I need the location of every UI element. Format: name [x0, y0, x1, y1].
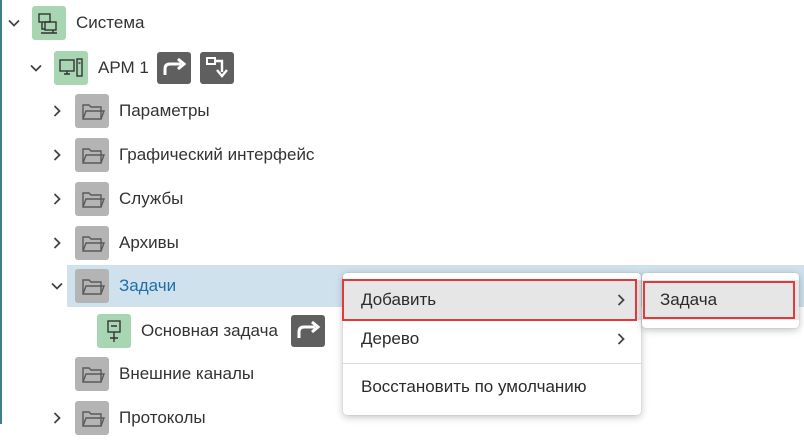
- chevron-down-icon[interactable]: [49, 278, 65, 294]
- chevron-down-icon[interactable]: [28, 60, 44, 76]
- folder-icon: [75, 269, 109, 303]
- tree-node-folder[interactable]: Службы: [0, 177, 804, 221]
- tree-node-label: Службы: [119, 189, 184, 208]
- chevron-right-icon[interactable]: [49, 235, 65, 251]
- tree-node-label: Архивы: [119, 233, 179, 252]
- computer-icon: [54, 51, 88, 85]
- context-menu: Добавить Дерево Восстановить по умолчани…: [343, 273, 641, 415]
- tree-node-label: Графический интерфейс: [119, 145, 315, 164]
- menu-item-add[interactable]: Добавить: [343, 280, 641, 320]
- tree-node-folder[interactable]: Архивы: [0, 221, 804, 265]
- tree-node-label: Параметры: [119, 101, 210, 120]
- redirect-arrow-icon: [157, 52, 191, 84]
- tree-node-label: АРМ 1: [98, 58, 149, 77]
- tree-node-arm[interactable]: АРМ 1: [0, 46, 804, 90]
- folder-icon: [75, 357, 109, 391]
- menu-divider: [343, 363, 641, 364]
- menu-item-task[interactable]: Задача: [642, 280, 799, 320]
- menu-item-label: Восстановить по умолчанию: [361, 377, 587, 396]
- hierarchy-button[interactable]: [200, 52, 234, 84]
- folder-icon: [75, 226, 109, 260]
- tree-node-folder[interactable]: Графический интерфейс: [0, 133, 804, 177]
- menu-item-restore-defaults[interactable]: Восстановить по умолчанию: [343, 367, 641, 407]
- computer-network-icon: [32, 6, 66, 40]
- chevron-right-icon[interactable]: [49, 191, 65, 207]
- chip-icon: [97, 314, 131, 348]
- tree-node-system[interactable]: Система: [0, 1, 804, 45]
- folder-icon: [75, 138, 109, 172]
- submenu: Задача: [642, 273, 799, 328]
- folder-icon: [75, 94, 109, 128]
- menu-item-label: Задача: [660, 290, 718, 309]
- menu-item-tree[interactable]: Дерево: [343, 319, 641, 359]
- chevron-right-icon: [613, 331, 629, 347]
- folder-icon: [75, 182, 109, 216]
- folder-icon: [75, 401, 109, 435]
- tree-node-label: Система: [76, 13, 145, 32]
- tree-node-label: Протоколы: [119, 408, 206, 427]
- tree-node-label: Внешние каналы: [119, 364, 255, 383]
- menu-item-label: Дерево: [361, 329, 420, 348]
- redirect-arrow-icon: [291, 315, 325, 347]
- menu-item-label: Добавить: [361, 290, 437, 309]
- hierarchy-arrow-icon: [206, 57, 228, 78]
- chevron-right-icon: [613, 292, 629, 308]
- tree-node-label: Задачи: [119, 276, 177, 295]
- chevron-down-icon[interactable]: [6, 15, 22, 31]
- tree-node-label: Основная задача: [141, 321, 278, 340]
- tree-node-folder[interactable]: Параметры: [0, 89, 804, 133]
- redirect-button[interactable]: [291, 315, 325, 347]
- chevron-right-icon[interactable]: [49, 103, 65, 119]
- chevron-right-icon[interactable]: [49, 147, 65, 163]
- redirect-button[interactable]: [157, 52, 191, 84]
